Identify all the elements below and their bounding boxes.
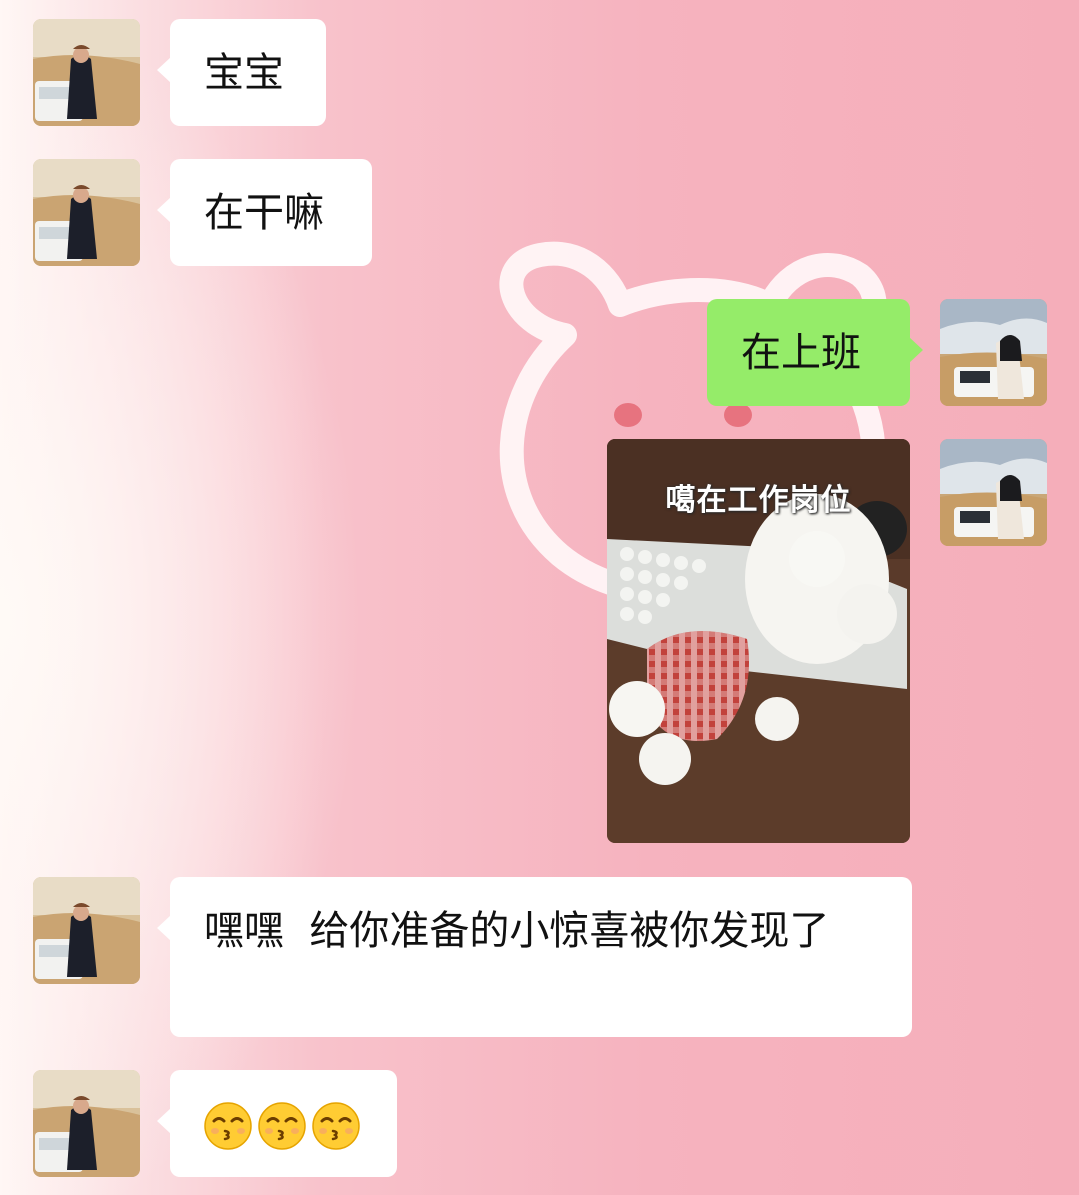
sent-photo[interactable]: 噶在工作岗位: [607, 439, 910, 843]
contact-avatar[interactable]: [33, 877, 140, 984]
message-text: 在干嘛: [204, 190, 324, 236]
message-bubble[interactable]: 在干嘛: [157, 159, 372, 266]
kissing-face-icon: [204, 1102, 252, 1150]
kissing-face-icon: [312, 1102, 360, 1150]
my-avatar[interactable]: [940, 299, 1047, 406]
contact-avatar[interactable]: [33, 19, 140, 126]
message-text: 嘿嘿 给你准备的小惊喜被你发现了: [204, 908, 830, 954]
contact-avatar[interactable]: [33, 159, 140, 266]
kissing-face-icon: [258, 1102, 306, 1150]
message-bubble[interactable]: 宝宝: [157, 19, 326, 126]
my-avatar[interactable]: [940, 439, 1047, 546]
message-bubble-outgoing[interactable]: 在上班: [707, 299, 923, 406]
message-bubble[interactable]: 嘿嘿 给你准备的小惊喜被你发现了: [157, 877, 912, 1037]
photo-caption: 噶在工作岗位: [665, 483, 852, 518]
message-text: 宝宝: [204, 50, 284, 96]
message-text: 在上班: [741, 330, 861, 376]
contact-avatar[interactable]: [33, 1070, 140, 1177]
message-bubble[interactable]: [157, 1070, 397, 1177]
